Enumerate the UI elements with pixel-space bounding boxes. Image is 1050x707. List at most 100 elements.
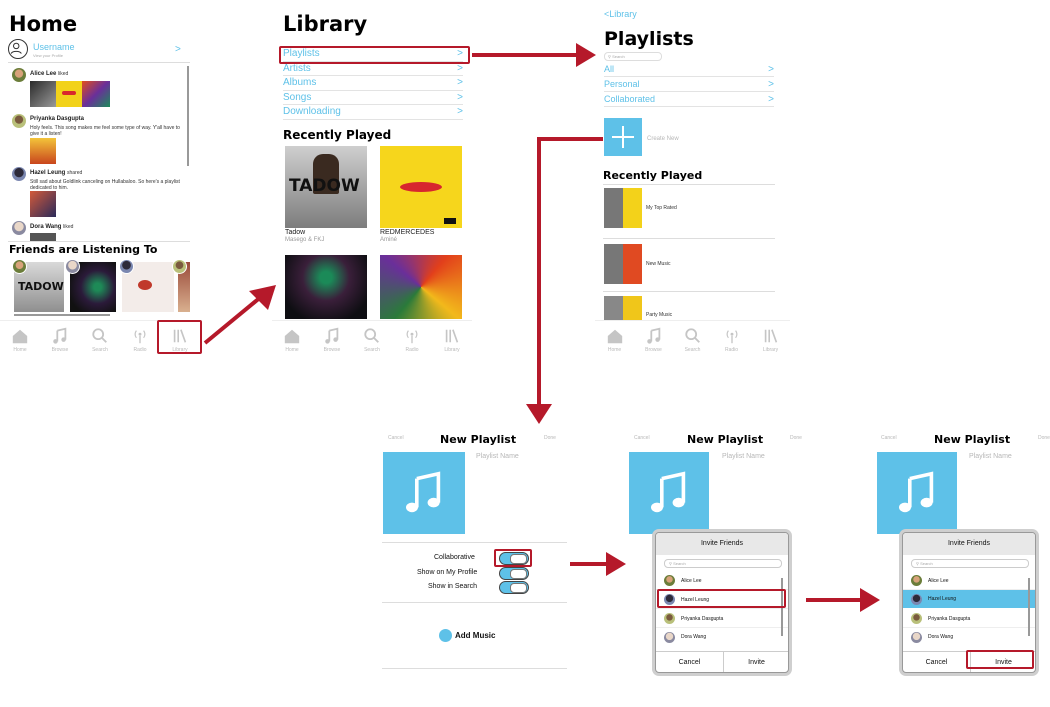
search-icon bbox=[363, 327, 381, 347]
tab-library[interactable]: Library bbox=[753, 321, 789, 358]
playlists-highlight bbox=[279, 46, 470, 64]
tab-home[interactable]: Home bbox=[2, 321, 38, 358]
page-title: New Playlist bbox=[687, 433, 764, 446]
friend-row-selected[interactable]: Hazel Leung bbox=[903, 590, 1035, 608]
home-icon bbox=[283, 327, 301, 347]
tab-search[interactable]: Search bbox=[354, 321, 390, 358]
tab-label: Search bbox=[364, 347, 380, 353]
album-cover[interactable] bbox=[285, 255, 367, 319]
tab-radio[interactable]: Radio bbox=[714, 321, 750, 358]
search-placeholder: Search bbox=[920, 561, 933, 566]
option-label: Show in Search bbox=[428, 583, 478, 590]
friend-row[interactable]: Priyanka Dasgupta bbox=[656, 610, 788, 628]
music-note-icon bbox=[645, 327, 663, 347]
tab-label: Home bbox=[285, 347, 299, 353]
show-search-toggle[interactable] bbox=[499, 581, 529, 594]
show-profile-toggle[interactable] bbox=[499, 567, 529, 580]
search-field[interactable]: ⚲ Search bbox=[664, 559, 782, 568]
avatar bbox=[12, 259, 27, 274]
divider bbox=[603, 238, 775, 239]
back-link[interactable]: <Library bbox=[604, 9, 637, 19]
invite-highlight bbox=[966, 650, 1034, 669]
search-field[interactable]: ⚲ Search bbox=[604, 52, 662, 61]
divider bbox=[603, 291, 775, 292]
carousel-scrollbar[interactable] bbox=[14, 314, 110, 316]
tab-label: Browse bbox=[645, 347, 662, 353]
tab-home[interactable]: Home bbox=[597, 321, 633, 358]
arrow-playlists-to-new bbox=[537, 137, 603, 410]
search-icon bbox=[684, 327, 702, 347]
list-row[interactable]: All > bbox=[604, 62, 774, 77]
friend-row[interactable]: Dora Wang bbox=[656, 628, 788, 646]
tab-search[interactable]: Search bbox=[82, 321, 118, 358]
friend-name: Priyanka Dasgupta bbox=[681, 615, 724, 622]
music-note-icon bbox=[323, 327, 341, 347]
album-thumb bbox=[82, 81, 110, 107]
add-music-button[interactable]: Add Music bbox=[439, 629, 495, 642]
tab-browse[interactable]: Browse bbox=[314, 321, 350, 358]
list-scrollbar[interactable] bbox=[1028, 578, 1030, 636]
section-divider bbox=[8, 241, 190, 242]
profile-row[interactable]: Username View your Profile > bbox=[8, 38, 184, 62]
friend-row[interactable]: Alice Lee bbox=[656, 572, 788, 590]
cancel-button[interactable]: Cancel bbox=[881, 435, 897, 441]
tab-radio[interactable]: Radio bbox=[122, 321, 158, 358]
playlist-name-field[interactable]: Playlist Name bbox=[476, 453, 519, 460]
section-title: Recently Played bbox=[283, 128, 392, 142]
list-row[interactable]: Collaborated > bbox=[604, 92, 774, 107]
done-button[interactable]: Done bbox=[544, 435, 556, 441]
friend-row[interactable]: Alice Lee bbox=[903, 572, 1035, 590]
radio-icon bbox=[723, 327, 741, 347]
tab-library[interactable]: Library bbox=[434, 321, 470, 358]
tab-browse[interactable]: Browse bbox=[636, 321, 672, 358]
cancel-button[interactable]: Cancel bbox=[903, 653, 970, 672]
divider bbox=[382, 668, 567, 669]
chevron-right-icon: > bbox=[457, 106, 463, 118]
list-row[interactable]: Personal > bbox=[604, 77, 774, 92]
chevron-right-icon: > bbox=[175, 44, 181, 55]
invite-button[interactable]: Invite bbox=[723, 653, 788, 672]
cancel-button[interactable]: Cancel bbox=[388, 435, 404, 441]
chevron-right-icon: > bbox=[768, 93, 774, 105]
create-new-button[interactable] bbox=[604, 118, 642, 156]
avatar bbox=[172, 259, 187, 274]
search-icon: ⚲ bbox=[608, 54, 611, 59]
playlist-thumb[interactable] bbox=[604, 296, 642, 320]
playlist-thumb[interactable] bbox=[604, 244, 642, 284]
new-playlist-screen: Cancel New Playlist Done Playlist Name C… bbox=[382, 425, 567, 675]
home-screen: Home Username View your Profile > Alice … bbox=[0, 0, 202, 360]
playlist-name: My Top Rated bbox=[646, 205, 677, 211]
collaborative-highlight bbox=[494, 549, 532, 567]
album-cover-redmercedes[interactable] bbox=[380, 146, 462, 228]
list-row[interactable]: Downloading > bbox=[283, 105, 463, 120]
row-label: All bbox=[604, 64, 615, 74]
library-screen: Library Playlists > Artists > Albums > Songs > D… bbox=[272, 0, 472, 360]
list-row[interactable]: Albums > bbox=[283, 76, 463, 91]
friend-row[interactable]: Priyanka Dasgupta bbox=[903, 610, 1035, 628]
search-field[interactable]: ⚲ Search bbox=[911, 559, 1029, 568]
friend-row[interactable]: Dora Wang bbox=[903, 628, 1035, 646]
divider bbox=[382, 602, 567, 603]
list-row[interactable]: Songs > bbox=[283, 91, 463, 105]
tab-browse[interactable]: Browse bbox=[42, 321, 78, 358]
album-cover[interactable] bbox=[380, 255, 462, 319]
chevron-right-icon: > bbox=[457, 62, 463, 74]
tab-home[interactable]: Home bbox=[274, 321, 310, 358]
done-button[interactable]: Done bbox=[1038, 435, 1050, 441]
cancel-button[interactable]: Cancel bbox=[656, 653, 723, 672]
modal-title: Invite Friends bbox=[903, 533, 1035, 555]
playlist-thumb[interactable] bbox=[604, 188, 642, 228]
done-button[interactable]: Done bbox=[790, 435, 802, 441]
feed-scrollbar[interactable] bbox=[187, 66, 189, 166]
music-note-icon bbox=[51, 327, 69, 347]
cancel-button[interactable]: Cancel bbox=[634, 435, 650, 441]
chevron-right-icon: > bbox=[457, 91, 463, 103]
tab-radio[interactable]: Radio bbox=[394, 321, 430, 358]
arrowhead bbox=[526, 404, 552, 424]
playlist-name: Party Music bbox=[646, 312, 673, 318]
album-cover-tadow[interactable]: TADOW bbox=[285, 146, 367, 228]
playlist-art[interactable] bbox=[383, 452, 465, 534]
playlist-name-field: Playlist Name bbox=[722, 453, 765, 460]
music-note-icon bbox=[406, 471, 441, 513]
tab-search[interactable]: Search bbox=[675, 321, 711, 358]
